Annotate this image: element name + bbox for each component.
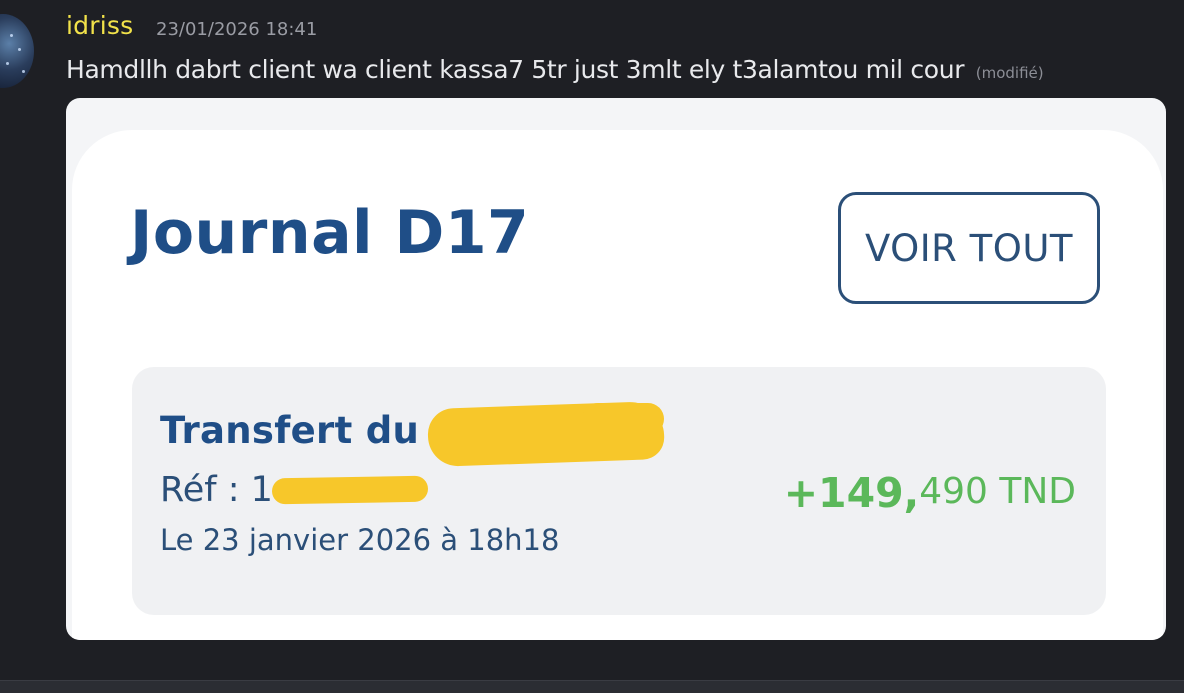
user-avatar[interactable] — [0, 14, 34, 88]
edited-label: (modifié) — [975, 64, 1044, 82]
transaction-reference: Réf : 1 — [160, 470, 273, 510]
redaction-mark — [582, 403, 664, 435]
amount-integer: +149, — [783, 469, 920, 517]
chat-message: idriss 23/01/2026 18:41 Hamdllh dabrt cl… — [0, 0, 1184, 680]
message-body: Hamdllh dabrt client wa client kassa7 5t… — [66, 55, 965, 84]
journal-card: Journal D17 VOIR TOUT Transfert du Réf :… — [72, 130, 1163, 640]
transaction-title: Transfert du — [160, 409, 420, 452]
voir-tout-button: VOIR TOUT — [838, 192, 1100, 304]
image-attachment[interactable]: Journal D17 VOIR TOUT Transfert du Réf :… — [66, 98, 1166, 640]
transaction-amount: +149,490 TND — [784, 469, 1076, 517]
transaction-item: Transfert du Réf : 1 Le 23 janvier 2026 … — [132, 367, 1106, 615]
redaction-mark — [271, 475, 429, 505]
transaction-date: Le 23 janvier 2026 à 18h18 — [160, 523, 560, 557]
message-username[interactable]: idriss — [66, 11, 133, 40]
amount-decimal: 490 TND — [919, 471, 1076, 512]
message-text: Hamdllh dabrt client wa client kassa7 5t… — [66, 55, 1044, 84]
message-input-bar[interactable] — [0, 680, 1184, 693]
journal-title: Journal D17 — [130, 198, 530, 268]
message-timestamp: 23/01/2026 18:41 — [156, 19, 318, 40]
